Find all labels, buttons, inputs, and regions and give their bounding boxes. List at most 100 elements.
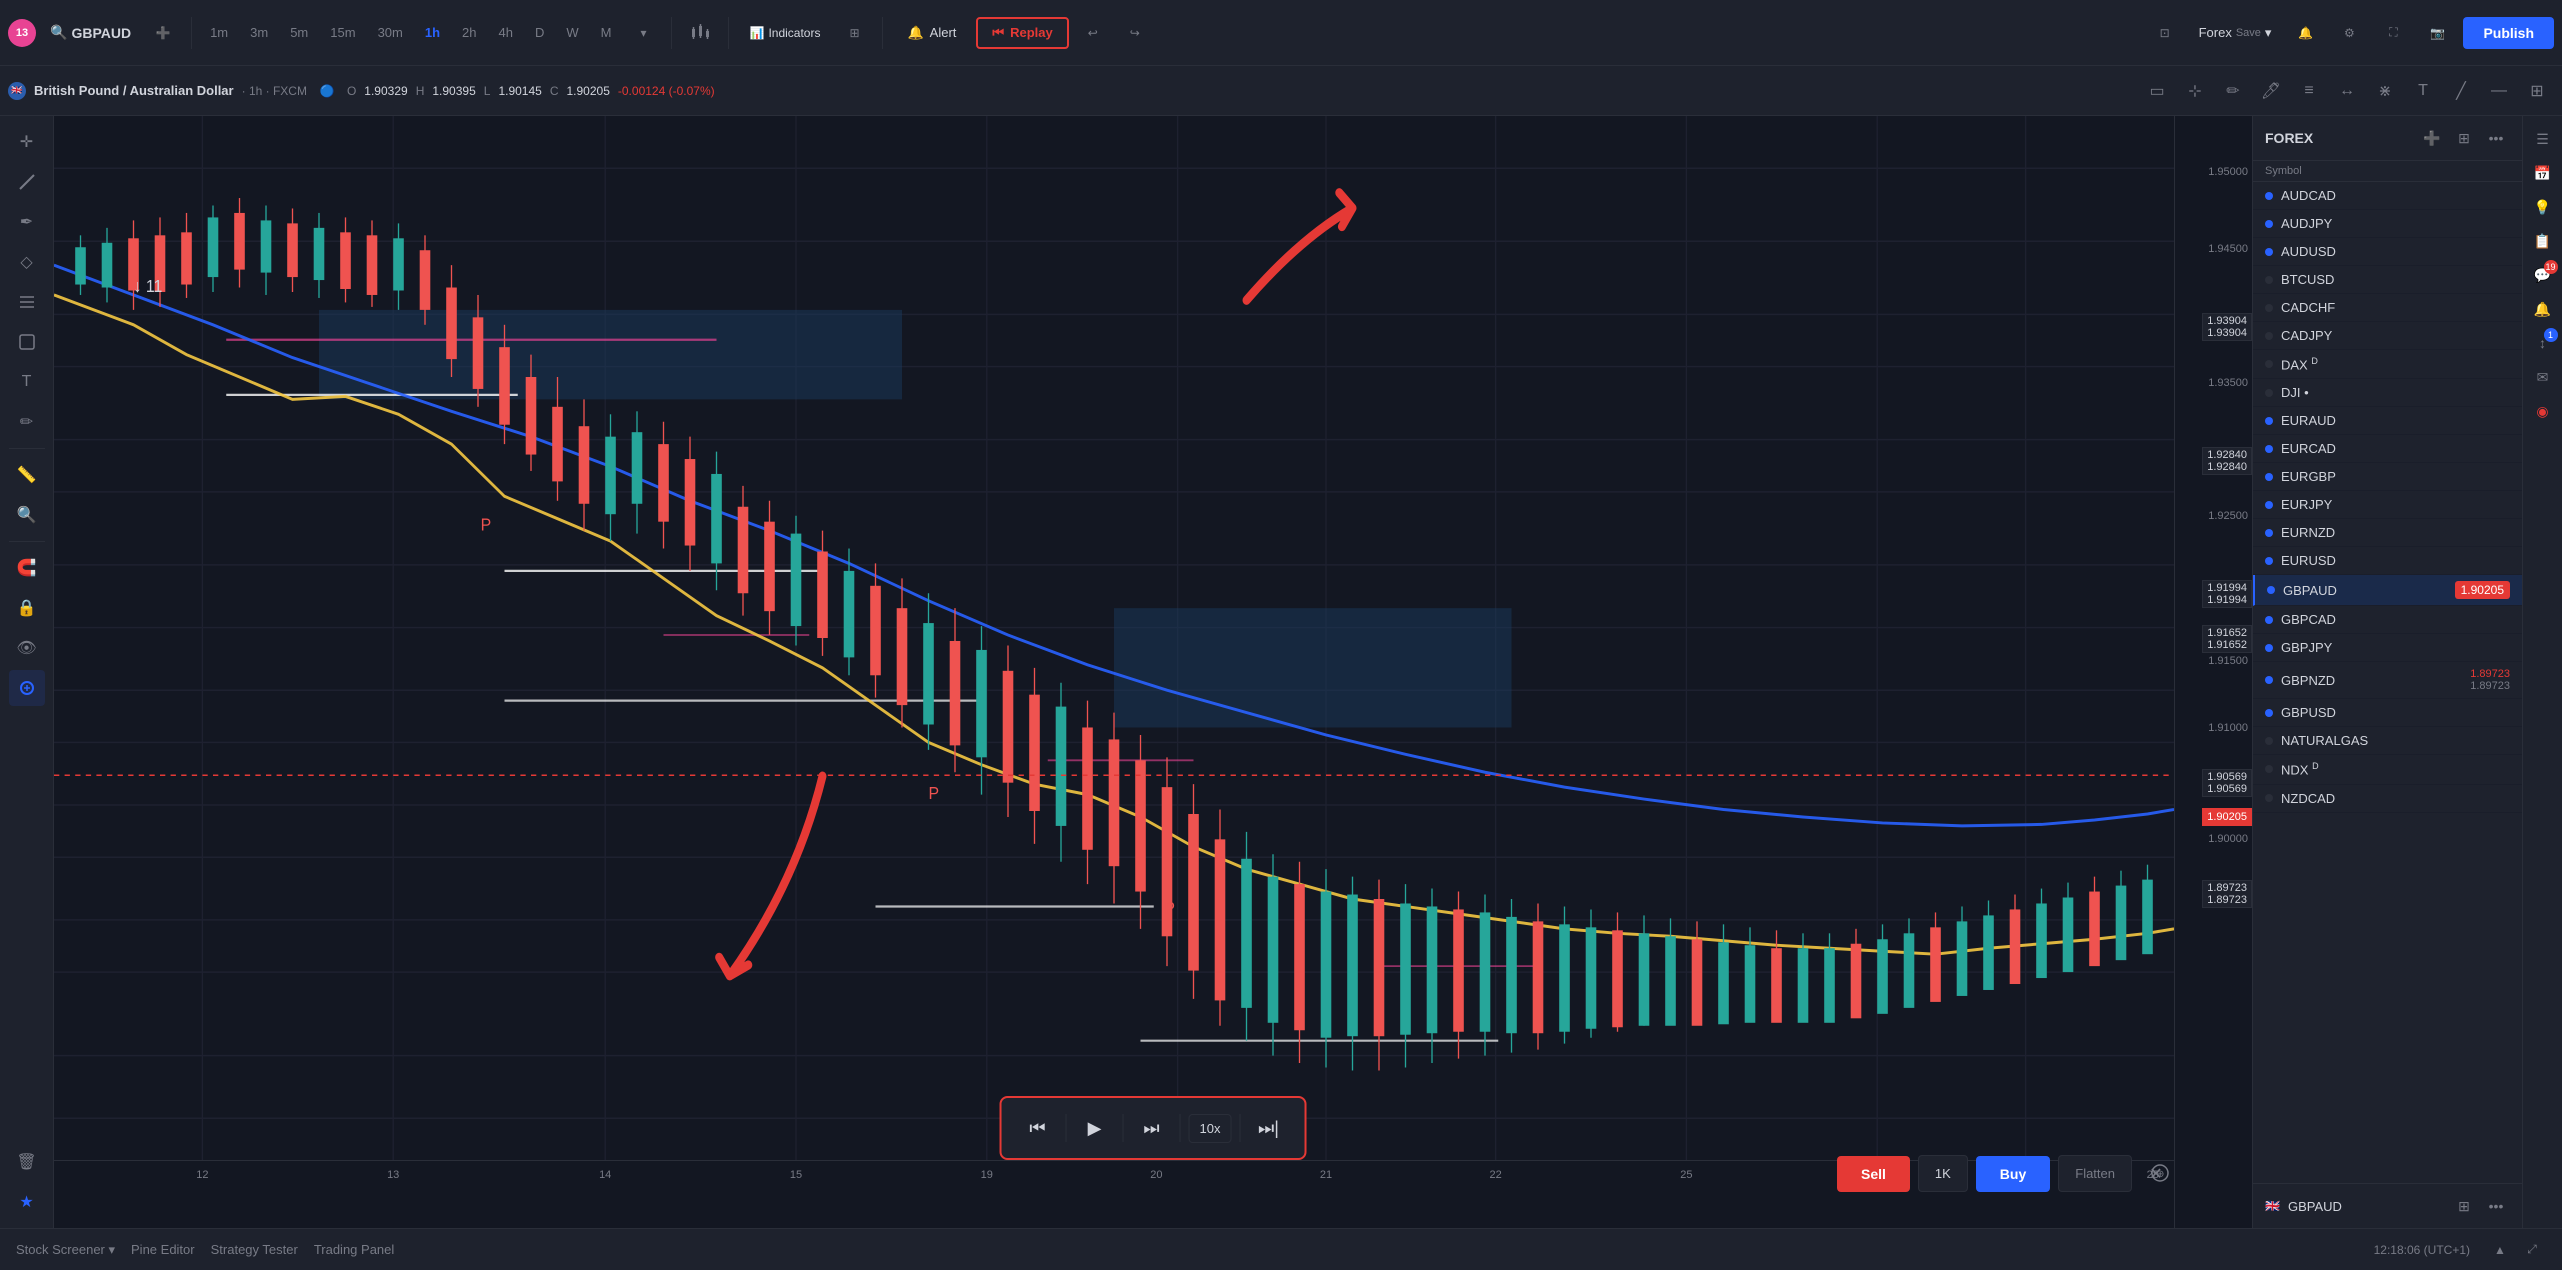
- interval-M[interactable]: M: [593, 21, 620, 44]
- watchlist-btn[interactable]: ☰: [2528, 124, 2558, 154]
- bottom-expand-btn[interactable]: ⤢: [2518, 1236, 2546, 1264]
- symbol-item[interactable]: EURGBP: [2253, 463, 2522, 491]
- stream-btn[interactable]: 🔵: [315, 79, 339, 103]
- chart-area[interactable]: AUD UT: [54, 116, 2252, 1228]
- settings-btn[interactable]: ⚙: [2331, 15, 2367, 51]
- interval-2h[interactable]: 2h: [454, 21, 484, 44]
- user-avatar[interactable]: 13: [8, 19, 36, 47]
- symbol-item[interactable]: CADCHF: [2253, 294, 2522, 322]
- symbol-item[interactable]: EURCAD: [2253, 435, 2522, 463]
- symbol-item[interactable]: AUDCAD: [2253, 182, 2522, 210]
- panel-add-btn[interactable]: ➕: [2418, 124, 2446, 152]
- active-tool[interactable]: [9, 670, 45, 706]
- interval-more-btn[interactable]: ▾: [625, 15, 661, 51]
- symbol-item[interactable]: NATURALGAS: [2253, 727, 2522, 755]
- symbol-item[interactable]: GBPUSD: [2253, 699, 2522, 727]
- ideas-btn[interactable]: 💡: [2528, 192, 2558, 222]
- symbol-item[interactable]: BTCUSD: [2253, 266, 2522, 294]
- replay-speed-selector[interactable]: 10x: [1189, 1114, 1232, 1143]
- alerts-icon-btn[interactable]: 🔔: [2287, 15, 2323, 51]
- lock-tool[interactable]: 🔒: [9, 590, 45, 626]
- forex-dropdown[interactable]: Forex Save ▾: [2191, 21, 2280, 45]
- symbol-item[interactable]: DAX D: [2253, 350, 2522, 379]
- node-tool[interactable]: ⋇: [2368, 74, 2402, 108]
- symbol-item[interactable]: EURAUD: [2253, 407, 2522, 435]
- interval-D[interactable]: D: [527, 21, 552, 44]
- eye-tool[interactable]: 👁: [9, 630, 45, 666]
- tv-logo-btn[interactable]: ◉: [2528, 396, 2558, 426]
- prediction-tool[interactable]: ✏: [9, 404, 45, 440]
- replay-btn[interactable]: ⏮ Replay: [976, 17, 1068, 49]
- add-symbol-btn[interactable]: ➕: [145, 15, 181, 51]
- line-tool[interactable]: ╱: [2444, 74, 2478, 108]
- templates-btn[interactable]: ⊞: [836, 15, 872, 51]
- shape-tool[interactable]: ◇: [9, 244, 45, 280]
- symbol-item[interactable]: EURJPY: [2253, 491, 2522, 519]
- symbol-item[interactable]: GBPNZD 1.89723 1.89723: [2253, 662, 2522, 699]
- symbol-item[interactable]: NDX D: [2253, 755, 2522, 784]
- symbol-item-gbpaud[interactable]: GBPAUD 1.90205: [2253, 575, 2522, 606]
- interval-3m[interactable]: 3m: [242, 21, 276, 44]
- symbol-search[interactable]: 🔍 GBPAUD: [42, 20, 139, 45]
- close-order-btn[interactable]: ✕: [2140, 1158, 2172, 1190]
- interval-30m[interactable]: 30m: [370, 21, 411, 44]
- footer-more-btn[interactable]: •••: [2482, 1192, 2510, 1220]
- rect-tool[interactable]: ▭: [2140, 74, 2174, 108]
- screener-btn[interactable]: 📋: [2528, 226, 2558, 256]
- replay-end-btn[interactable]: ⏭|: [1248, 1108, 1288, 1148]
- symbol-item[interactable]: AUDJPY: [2253, 210, 2522, 238]
- interval-4h[interactable]: 4h: [491, 21, 521, 44]
- annotation-tool[interactable]: T: [9, 364, 45, 400]
- text-tool[interactable]: T: [2406, 74, 2440, 108]
- alerts-panel-btn[interactable]: 🔔: [2528, 294, 2558, 324]
- indicators-btn[interactable]: 📊 Indicators: [739, 15, 830, 51]
- cursor-tool[interactable]: ✛: [9, 124, 45, 160]
- zoom-tool[interactable]: 🔍: [9, 497, 45, 533]
- measure-ruler[interactable]: 📏: [9, 457, 45, 493]
- fullscreen-btn[interactable]: ⛶: [2375, 15, 2411, 51]
- measure-tool[interactable]: ↔: [2330, 74, 2364, 108]
- messages-btn[interactable]: ✉: [2528, 362, 2558, 392]
- camera-btn[interactable]: 📷: [2419, 15, 2455, 51]
- flatten-button[interactable]: Flatten: [2058, 1155, 2132, 1192]
- panel-more-btn[interactable]: •••: [2482, 124, 2510, 152]
- calendar-btn[interactable]: 📅: [2528, 158, 2558, 188]
- bottom-up-btn[interactable]: ▲: [2486, 1236, 2514, 1264]
- pen-tool[interactable]: ✏: [2216, 74, 2250, 108]
- symbol-item[interactable]: EURNZD: [2253, 519, 2522, 547]
- tab-stock-screener[interactable]: Stock Screener ▾: [16, 1238, 115, 1262]
- tab-strategy-tester[interactable]: Strategy Tester: [211, 1238, 298, 1261]
- interval-W[interactable]: W: [558, 21, 586, 44]
- sell-button[interactable]: Sell: [1837, 1156, 1910, 1192]
- interval-5m[interactable]: 5m: [282, 21, 316, 44]
- crosshair-tool[interactable]: ⊹: [2178, 74, 2212, 108]
- redo-btn[interactable]: ↪: [1117, 15, 1153, 51]
- symbol-item[interactable]: DJI •: [2253, 379, 2522, 407]
- replay-step-forward-btn[interactable]: ⏭: [1132, 1108, 1172, 1148]
- interval-1m[interactable]: 1m: [202, 21, 236, 44]
- pattern-tool[interactable]: [9, 324, 45, 360]
- quantity-button[interactable]: 1K: [1918, 1155, 1968, 1192]
- orders-btn[interactable]: ↕ 1: [2528, 328, 2558, 358]
- brush-tool[interactable]: 🖊: [2254, 74, 2288, 108]
- layout-btn[interactable]: ⊡: [2147, 15, 2183, 51]
- footer-layout-btn[interactable]: ⊞: [2450, 1192, 2478, 1220]
- interval-1h[interactable]: 1h: [417, 21, 448, 44]
- fib-tool[interactable]: [9, 284, 45, 320]
- grid-tool[interactable]: ⊞: [2520, 74, 2554, 108]
- star-btn[interactable]: ★: [9, 1184, 45, 1220]
- chart-type-btn[interactable]: [682, 15, 718, 51]
- symbol-item[interactable]: GBPJPY: [2253, 634, 2522, 662]
- hline-tool[interactable]: —: [2482, 74, 2516, 108]
- buy-button[interactable]: Buy: [1976, 1156, 2050, 1192]
- undo-btn[interactable]: ↩: [1075, 15, 1111, 51]
- line-draw-tool[interactable]: [9, 164, 45, 200]
- interval-15m[interactable]: 15m: [322, 21, 363, 44]
- panel-layout-btn[interactable]: ⊞: [2450, 124, 2478, 152]
- trash-tool[interactable]: 🗑: [9, 1144, 45, 1180]
- replay-play-btn[interactable]: ▶: [1075, 1108, 1115, 1148]
- channel-tool[interactable]: ≡: [2292, 74, 2326, 108]
- pen-draw-tool[interactable]: ✒: [9, 204, 45, 240]
- replay-step-back-btn[interactable]: ⏮: [1018, 1108, 1058, 1148]
- symbol-item[interactable]: AUDUSD: [2253, 238, 2522, 266]
